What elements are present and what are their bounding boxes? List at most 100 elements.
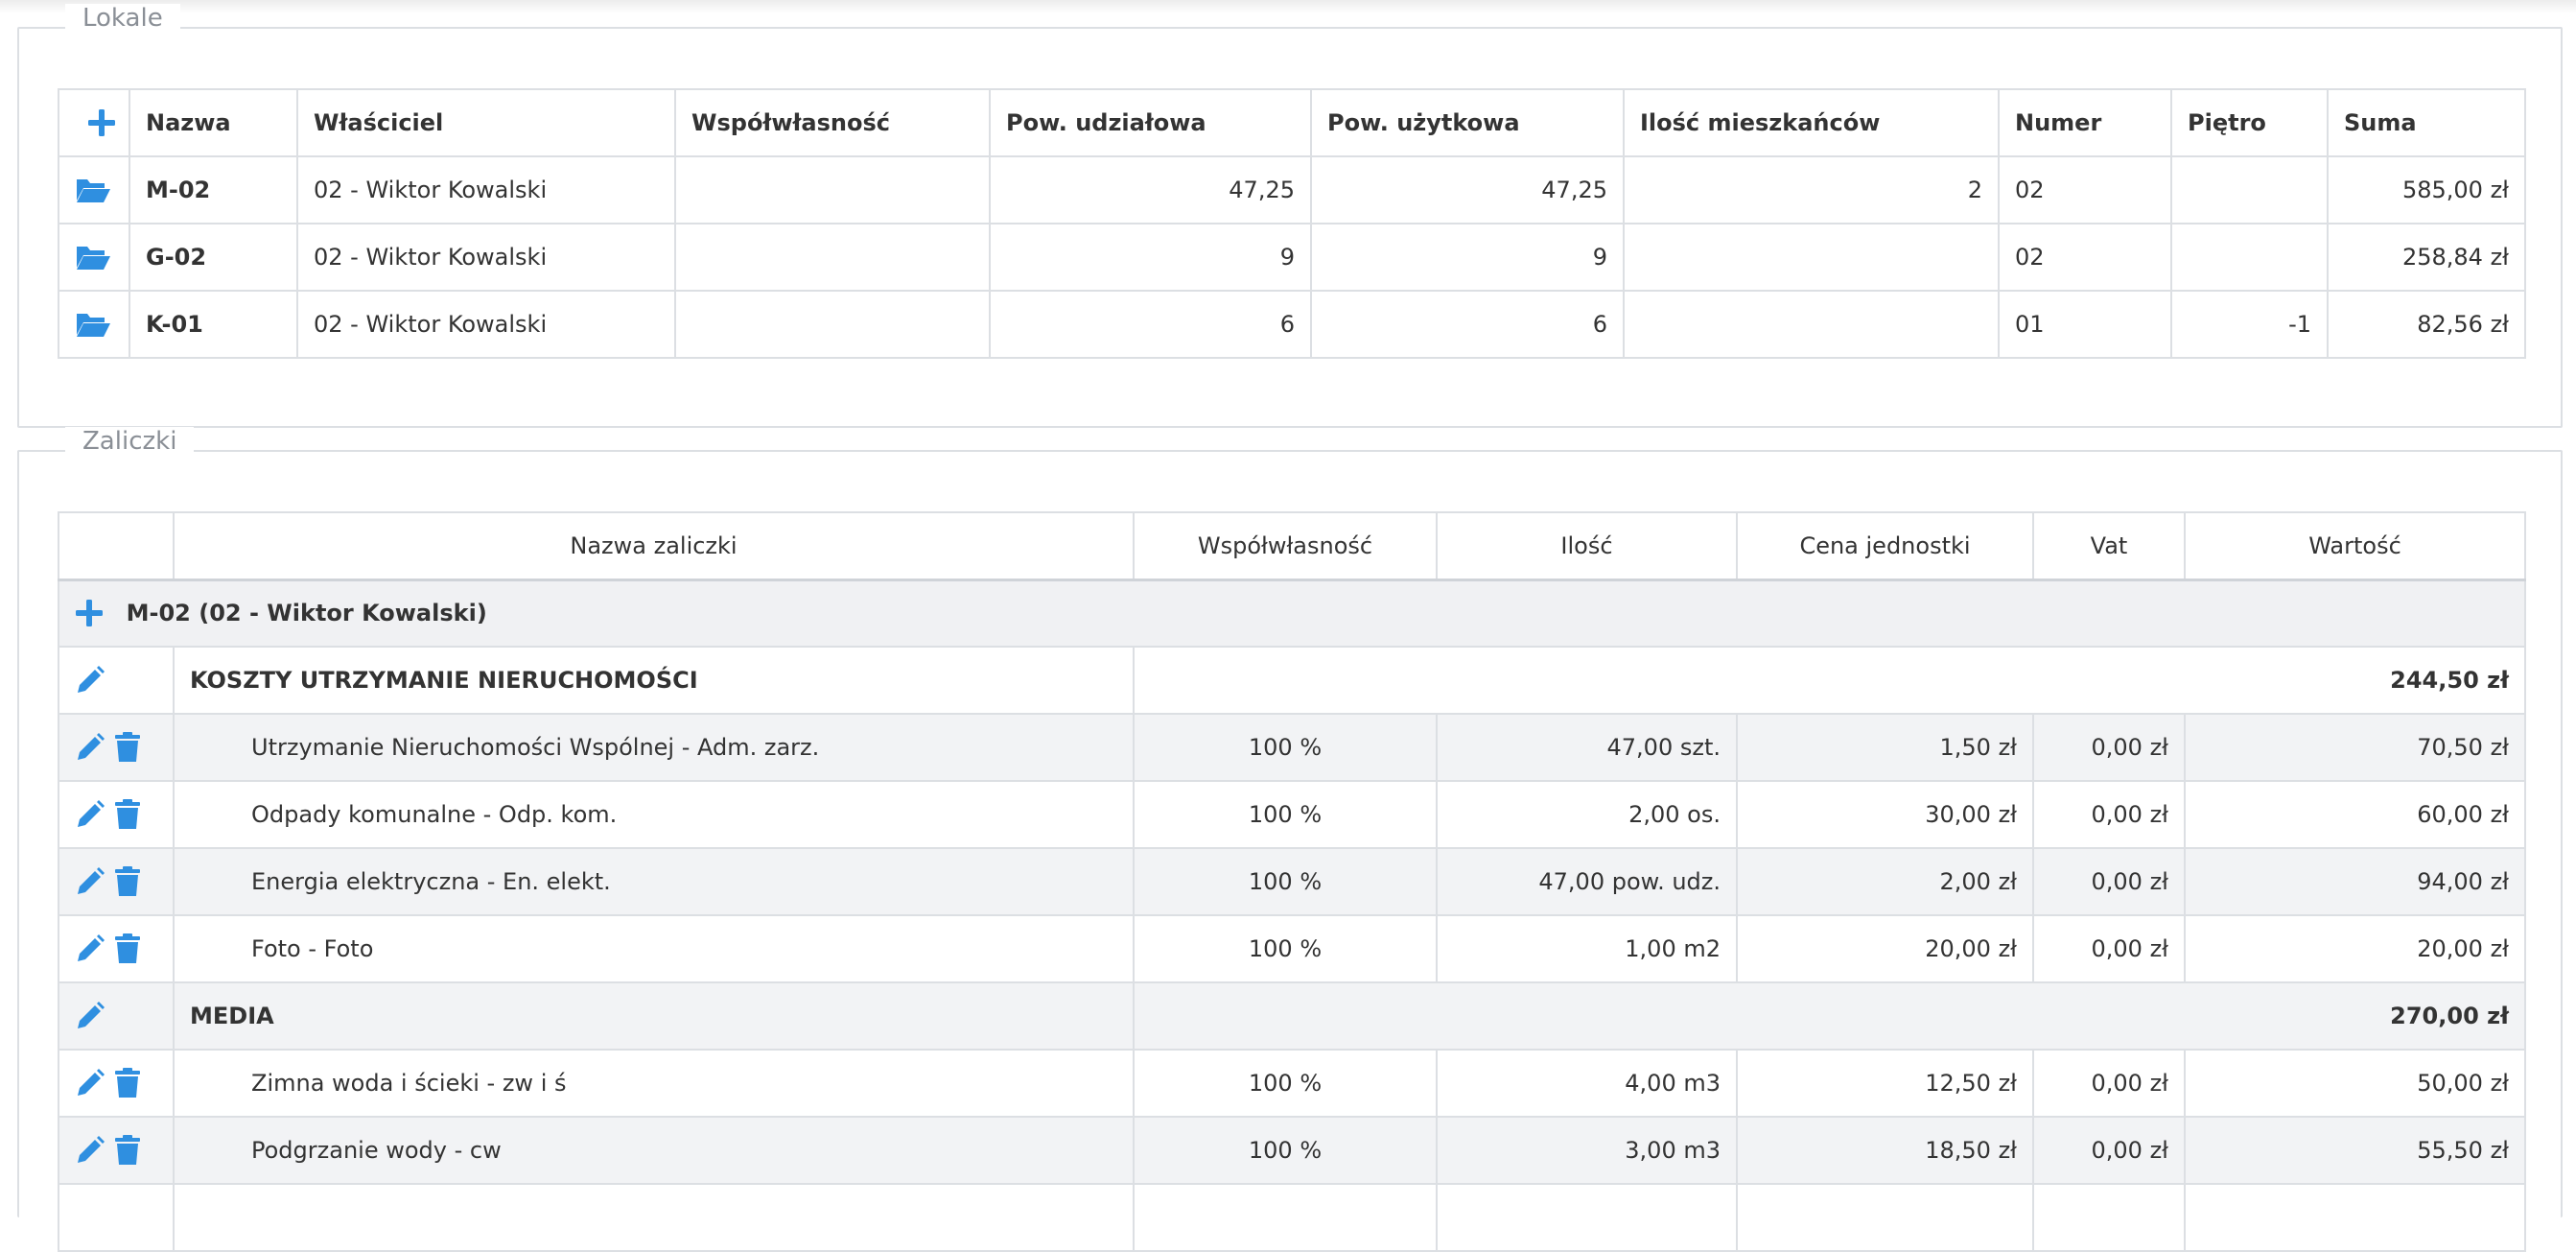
folder-open-icon	[77, 247, 110, 270]
item-value: 50,00 zł	[2184, 1049, 2526, 1118]
lokal-wlasciciel: 02 - Wiktor Kowalski	[296, 155, 676, 224]
col-suma[interactable]: Suma	[2327, 88, 2526, 157]
table-row	[58, 1183, 2526, 1252]
table-row: G-02 02 - Wiktor Kowalski 9 9 02 258,84 …	[58, 223, 2526, 292]
category-total: 270,00 zł	[1133, 981, 2526, 1051]
pencil-icon[interactable]	[75, 1068, 105, 1098]
col-vat[interactable]: Vat	[2032, 511, 2186, 581]
category-name: KOSZTY UTRZYMANIE NIERUCHOMOŚCI	[173, 646, 1135, 715]
pencil-icon[interactable]	[75, 732, 105, 763]
category-name: MEDIA	[173, 981, 1135, 1051]
lokal-wlasciciel: 02 - Wiktor Kowalski	[296, 223, 676, 292]
col-pow-uzytkowa[interactable]: Pow. użytkowa	[1310, 88, 1625, 157]
col-ilosc-mieszkancow[interactable]: Ilość mieszkańców	[1623, 88, 2000, 157]
item-vat: 0,00 zł	[2032, 1049, 2186, 1118]
lokal-pietro	[2170, 155, 2329, 224]
item-value: 20,00 zł	[2184, 914, 2526, 983]
zaliczki-section: Zaliczki Nazwa zaliczki Współwłasność Il…	[17, 427, 2563, 1252]
col-nazwa[interactable]: Nazwa	[129, 88, 298, 157]
item-price	[1736, 1183, 2034, 1252]
item-value	[2184, 1183, 2526, 1252]
item-vat: 0,00 zł	[2032, 1116, 2186, 1185]
open-lokal-button[interactable]	[58, 223, 130, 292]
table-row: M-02 02 - Wiktor Kowalski 47,25 47,25 2 …	[58, 155, 2526, 224]
col-wartosc[interactable]: Wartość	[2184, 511, 2526, 581]
group-label: M-02 (02 - Wiktor Kowalski)	[126, 600, 487, 627]
col-actions	[58, 511, 175, 581]
item-name: Utrzymanie Nieruchomości Wspólnej - Adm.…	[173, 713, 1135, 782]
lokal-nazwa: G-02	[129, 223, 298, 292]
trash-icon[interactable]	[113, 1068, 142, 1098]
item-price: 2,00 zł	[1736, 847, 2034, 916]
trash-icon[interactable]	[113, 1135, 142, 1166]
table-row: K-01 02 - Wiktor Kowalski 6 6 01 -1 82,5…	[58, 290, 2526, 359]
lokal-pow-uzytkowa: 47,25	[1310, 155, 1625, 224]
item-qty	[1436, 1183, 1738, 1252]
item-value: 94,00 zł	[2184, 847, 2526, 916]
item-qty: 1,00 m2	[1436, 914, 1738, 983]
item-share: 100 %	[1133, 780, 1438, 849]
lokal-numer: 02	[1998, 155, 2172, 224]
item-price: 12,50 zł	[1736, 1049, 2034, 1118]
lokal-pow-udzialowa: 6	[989, 290, 1312, 359]
item-vat	[2032, 1183, 2186, 1252]
table-row: Utrzymanie Nieruchomości Wspólnej - Adm.…	[58, 713, 2526, 782]
lokal-pow-udzialowa: 47,25	[989, 155, 1312, 224]
item-price: 20,00 zł	[1736, 914, 2034, 983]
top-shadow	[0, 0, 2576, 13]
zaliczki-legend: Zaliczki	[65, 427, 195, 456]
table-row: Zimna woda i ścieki - zw i ś 100 % 4,00 …	[58, 1049, 2526, 1118]
pencil-icon[interactable]	[75, 866, 105, 897]
col-nazwa-zaliczki[interactable]: Nazwa zaliczki	[173, 511, 1135, 581]
lokale-section: Lokale Nazwa Właściciel Współwłasność Po…	[17, 4, 2563, 428]
lokal-ilosc-mieszkancow: 2	[1623, 155, 2000, 224]
lokal-pietro: -1	[2170, 290, 2329, 359]
item-value: 60,00 zł	[2184, 780, 2526, 849]
col-wspolwlasnosc[interactable]: Współwłasność	[674, 88, 991, 157]
plus-icon[interactable]	[75, 599, 104, 627]
row-actions	[58, 713, 175, 782]
item-share: 100 %	[1133, 713, 1438, 782]
col-numer[interactable]: Numer	[1998, 88, 2172, 157]
row-actions	[58, 847, 175, 916]
pencil-icon[interactable]	[75, 1135, 105, 1166]
col-cena-jednostki[interactable]: Cena jednostki	[1736, 511, 2034, 581]
zaliczki-header-row: Nazwa zaliczki Współwłasność Ilość Cena …	[58, 511, 2526, 581]
lokal-numer: 01	[1998, 290, 2172, 359]
item-name	[173, 1183, 1135, 1252]
trash-icon[interactable]	[113, 933, 142, 964]
group-row: M-02 (02 - Wiktor Kowalski)	[58, 579, 2526, 648]
lokal-suma: 82,56 zł	[2327, 290, 2526, 359]
trash-icon[interactable]	[113, 866, 142, 897]
col-ilosc[interactable]: Ilość	[1436, 511, 1738, 581]
col-wlasciciel[interactable]: Właściciel	[296, 88, 676, 157]
lokale-legend: Lokale	[65, 4, 180, 33]
row-actions	[58, 780, 175, 849]
row-actions	[58, 1049, 175, 1118]
edit-category-button[interactable]	[58, 646, 175, 715]
item-value: 70,50 zł	[2184, 713, 2526, 782]
pencil-icon[interactable]	[75, 933, 105, 964]
open-lokal-button[interactable]	[58, 290, 130, 359]
lokal-pietro	[2170, 223, 2329, 292]
item-qty: 47,00 pow. udz.	[1436, 847, 1738, 916]
trash-icon[interactable]	[113, 732, 142, 763]
col-pow-udzialowa[interactable]: Pow. udziałowa	[989, 88, 1312, 157]
lokal-pow-uzytkowa: 9	[1310, 223, 1625, 292]
col-wspolwlasnosc[interactable]: Współwłasność	[1133, 511, 1438, 581]
col-pietro[interactable]: Piętro	[2170, 88, 2329, 157]
open-lokal-button[interactable]	[58, 155, 130, 224]
item-name: Odpady komunalne - Odp. kom.	[173, 780, 1135, 849]
pencil-icon	[78, 666, 105, 693]
group-cell: M-02 (02 - Wiktor Kowalski)	[58, 579, 2526, 648]
item-share: 100 %	[1133, 914, 1438, 983]
item-name: Zimna woda i ścieki - zw i ś	[173, 1049, 1135, 1118]
pencil-icon[interactable]	[75, 799, 105, 830]
pencil-icon	[78, 1002, 105, 1028]
add-lokal-button[interactable]	[58, 88, 130, 157]
edit-category-button[interactable]	[58, 981, 175, 1051]
trash-icon[interactable]	[113, 799, 142, 830]
folder-open-icon	[77, 179, 110, 202]
item-name: Foto - Foto	[173, 914, 1135, 983]
item-name: Energia elektryczna - En. elekt.	[173, 847, 1135, 916]
